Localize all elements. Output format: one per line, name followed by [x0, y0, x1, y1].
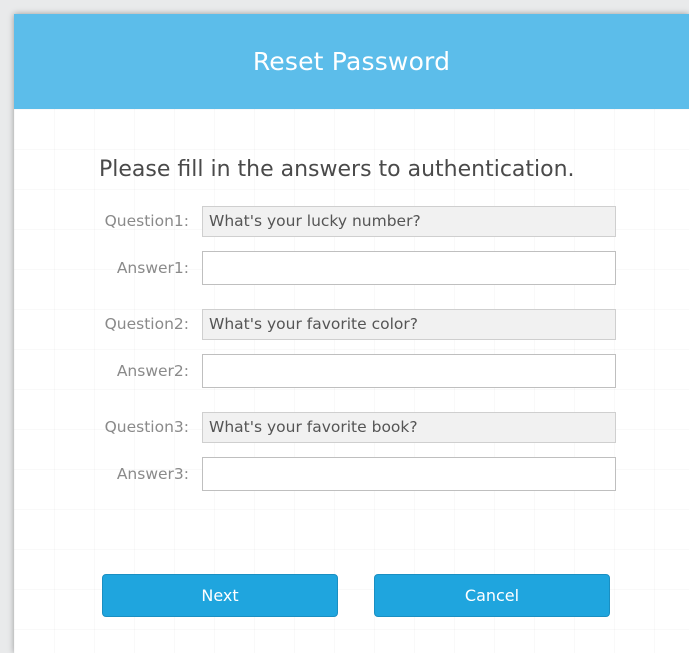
- question3-field: What's your favorite book?: [202, 412, 616, 443]
- question2-field: What's your favorite color?: [202, 309, 616, 340]
- instruction-text: Please fill in the answers to authentica…: [99, 157, 575, 182]
- reset-password-dialog: Reset Password Please fill in the answer…: [14, 14, 689, 653]
- answer3-label: Answer3:: [116, 465, 189, 483]
- answer3-input[interactable]: [202, 457, 616, 491]
- dialog-content: Please fill in the answers to authentica…: [14, 109, 689, 653]
- question1-field: What's your lucky number?: [202, 206, 616, 237]
- dialog-titlebar: Reset Password: [14, 14, 689, 109]
- question3-label: Question3:: [104, 418, 189, 436]
- answer1-label: Answer1:: [116, 259, 189, 277]
- answer1-input[interactable]: [202, 251, 616, 285]
- next-button[interactable]: Next: [102, 574, 338, 617]
- cancel-button[interactable]: Cancel: [374, 574, 610, 617]
- question1-label: Question1:: [104, 212, 189, 230]
- question2-label: Question2:: [104, 315, 189, 333]
- answer2-input[interactable]: [202, 354, 616, 388]
- dialog-title: Reset Password: [252, 47, 451, 76]
- answer2-label: Answer2:: [116, 362, 189, 380]
